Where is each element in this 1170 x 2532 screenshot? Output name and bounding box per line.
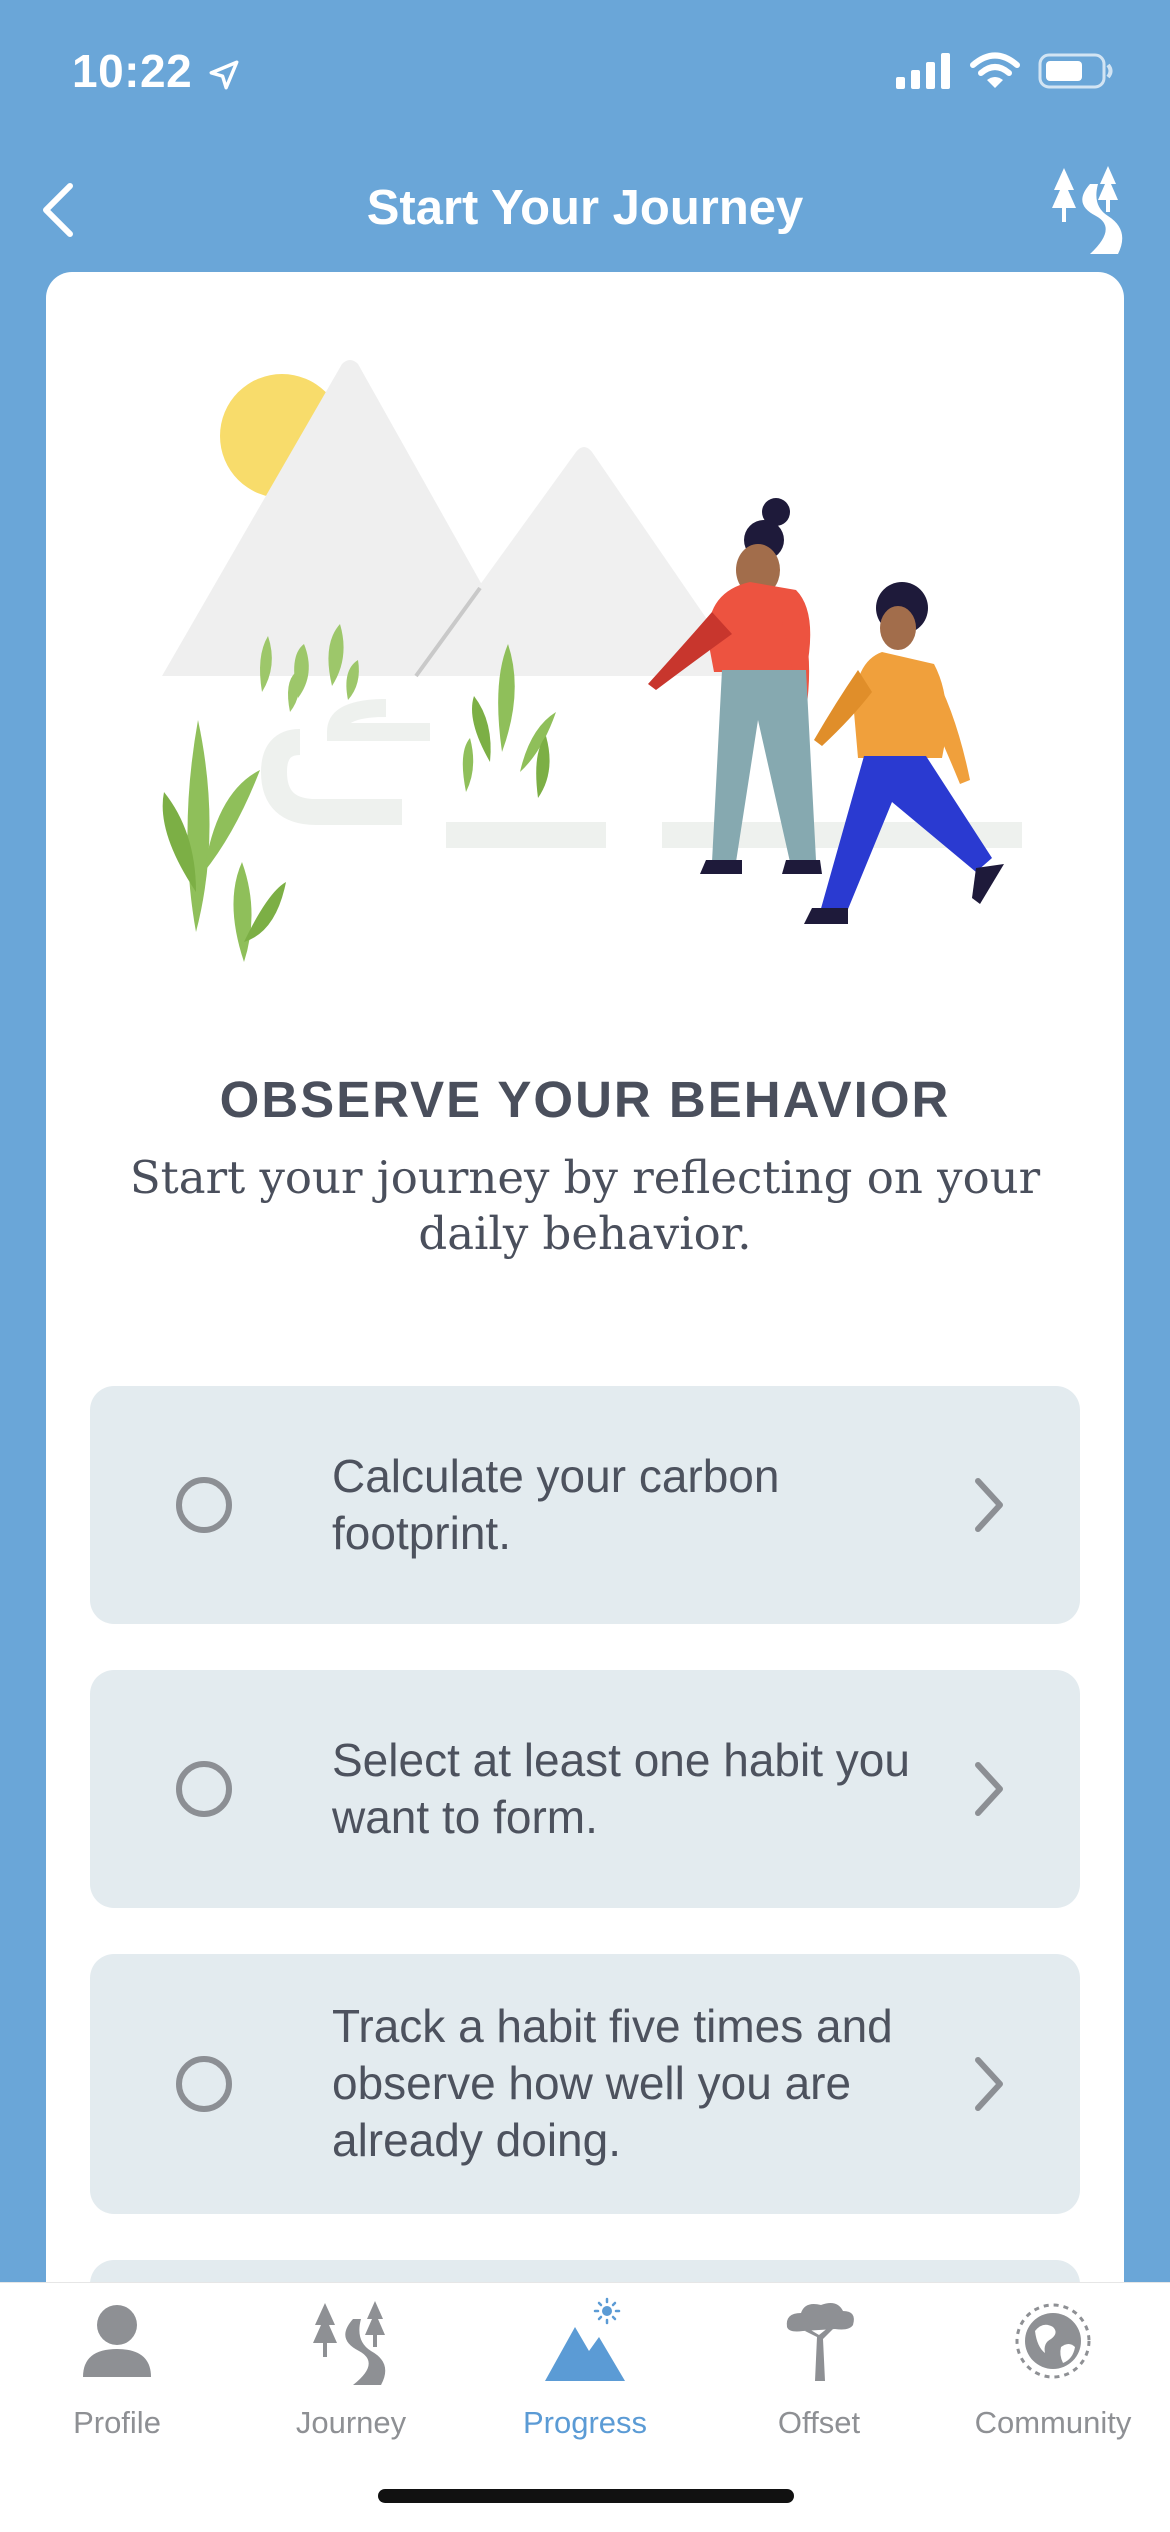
globe-icon: [1015, 2303, 1091, 2379]
wifi-icon: [970, 52, 1020, 88]
chevron-right-icon: [975, 1478, 1003, 1532]
task-item[interactable]: Select at least one habit you want to fo…: [90, 1670, 1080, 1908]
journey-trees-icon[interactable]: [1050, 164, 1126, 256]
task-item[interactable]: Calculate your carbon footprint.: [90, 1386, 1080, 1624]
tree-icon: [786, 2303, 854, 2381]
tab-label: Offset: [777, 2405, 861, 2440]
section-title: OBSERVE YOUR BEHAVIOR: [219, 1071, 951, 1128]
tab-progress[interactable]: Progress: [468, 2283, 702, 2453]
mountain-left: [162, 360, 486, 676]
tab-label: Journey: [295, 2405, 407, 2440]
chevron-right-icon: [975, 1762, 1003, 1816]
task-label: Track a habit five times and observe how…: [332, 2000, 893, 2166]
task-label: Calculate your carbon footprint.: [332, 1450, 780, 1559]
page-title: Start Your Journey: [366, 181, 804, 235]
task-radio-button[interactable]: [176, 1761, 232, 1817]
tab-label: Progress: [522, 2405, 648, 2440]
task-radio-button[interactable]: [176, 2056, 232, 2112]
status-bar: 10:22: [0, 0, 1170, 150]
home-indicator[interactable]: [378, 2489, 794, 2503]
status-time: 10:22: [72, 44, 241, 98]
section-subtitle: Start your journey by reflecting on your…: [129, 1151, 1041, 1260]
tab-journey[interactable]: Journey: [234, 2283, 468, 2453]
tab-community[interactable]: Community: [936, 2283, 1170, 2453]
person-left-shape: [648, 498, 822, 874]
journey-illustration: [162, 360, 1022, 962]
person-right-shape: [804, 582, 1004, 924]
chevron-right-icon: [975, 2057, 1003, 2111]
task-radio-button[interactable]: [176, 1477, 232, 1533]
status-indicators: [896, 52, 1114, 90]
location-arrow-icon: [209, 60, 239, 90]
tab-label: Community: [974, 2405, 1132, 2440]
mountain-sun-icon: [545, 2297, 625, 2381]
tab-profile[interactable]: Profile: [0, 2283, 234, 2453]
cellular-signal-icon: [896, 53, 950, 89]
battery-icon: [1038, 53, 1113, 89]
person-icon: [83, 2305, 151, 2377]
navigation-bar: Start Your Journey: [0, 150, 1170, 270]
tab-label: Profile: [73, 2405, 161, 2440]
status-time-text: 10:22: [72, 45, 193, 97]
task-label: Select at least one habit you want to fo…: [332, 1734, 910, 1843]
tab-offset[interactable]: Offset: [702, 2283, 936, 2453]
task-item[interactable]: Track a habit five times and observe how…: [90, 1954, 1080, 2214]
path-trees-icon: [313, 2301, 386, 2385]
journey-card: OBSERVE YOUR BEHAVIOR Start your journey…: [46, 272, 1124, 2312]
